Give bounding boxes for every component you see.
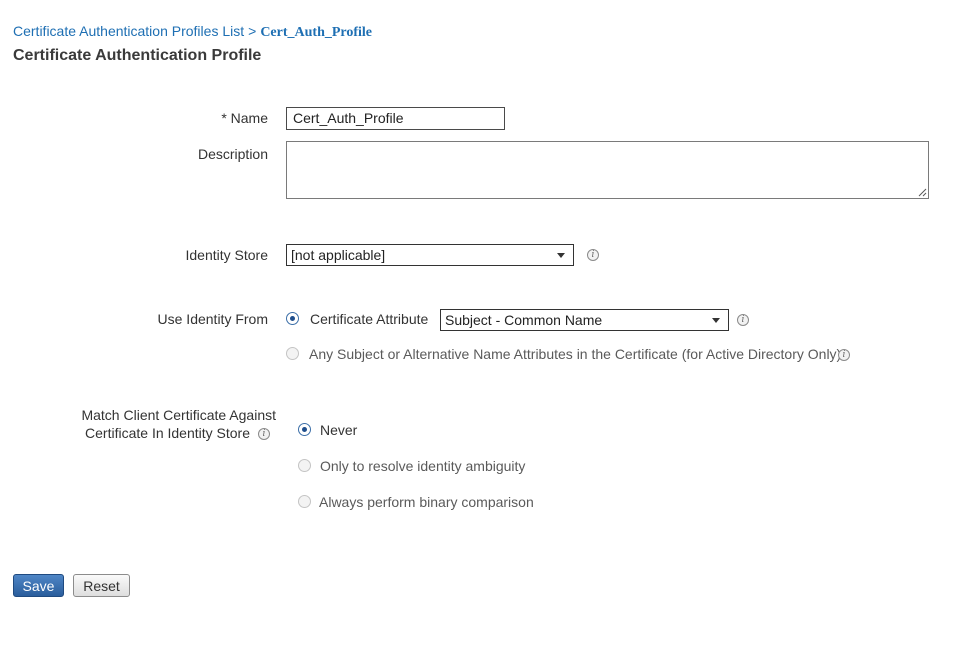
identity-store-label: Identity Store: [185, 247, 269, 263]
breadcrumb-separator: >: [248, 23, 257, 39]
page-title: Certificate Authentication Profile: [13, 47, 262, 64]
identity-store-select[interactable]: [not applicable]: [286, 244, 574, 266]
radio-certificate-attribute-label: Certificate Attribute: [310, 311, 429, 327]
identity-store-value: [not applicable]: [291, 247, 386, 263]
radio-always-compare-label: Always perform binary comparison: [319, 494, 534, 510]
radio-never[interactable]: [298, 423, 311, 436]
match-label-line1: Match Client Certificate Against: [81, 407, 276, 423]
save-button[interactable]: Save: [13, 574, 64, 597]
name-field[interactable]: Cert_Auth_Profile: [286, 107, 505, 130]
info-icon[interactable]: i: [838, 349, 850, 361]
description-textarea[interactable]: [286, 141, 929, 199]
description-label: Description: [197, 146, 268, 162]
reset-button[interactable]: Reset: [73, 574, 130, 597]
breadcrumb: Certificate Authentication Profiles List…: [13, 23, 372, 41]
info-icon[interactable]: i: [737, 314, 749, 326]
breadcrumb-current: Cert_Auth_Profile: [260, 25, 373, 40]
radio-never-label: Never: [320, 422, 358, 438]
match-label-line2: Certificate In Identity Store: [85, 425, 250, 441]
name-label: * Name: [221, 110, 268, 126]
info-icon[interactable]: i: [258, 428, 270, 440]
radio-certificate-attribute[interactable]: [286, 312, 299, 325]
resize-grip-icon[interactable]: [917, 187, 927, 197]
use-identity-from-label: Use Identity From: [157, 311, 268, 327]
chevron-down-icon: [557, 252, 565, 258]
chevron-down-icon: [712, 317, 720, 323]
breadcrumb-parent-link[interactable]: Certificate Authentication Profiles List: [13, 23, 244, 39]
radio-always-compare[interactable]: [298, 495, 311, 508]
radio-resolve-ambiguity-label: Only to resolve identity ambiguity: [320, 458, 526, 474]
radio-any-subject-label: Any Subject or Alternative Name Attribut…: [309, 346, 842, 362]
certificate-attribute-value: Subject - Common Name: [445, 312, 603, 328]
radio-resolve-ambiguity[interactable]: [298, 459, 311, 472]
info-icon[interactable]: i: [587, 249, 599, 261]
radio-any-subject[interactable]: [286, 347, 299, 360]
certificate-attribute-select[interactable]: Subject - Common Name: [440, 309, 729, 331]
